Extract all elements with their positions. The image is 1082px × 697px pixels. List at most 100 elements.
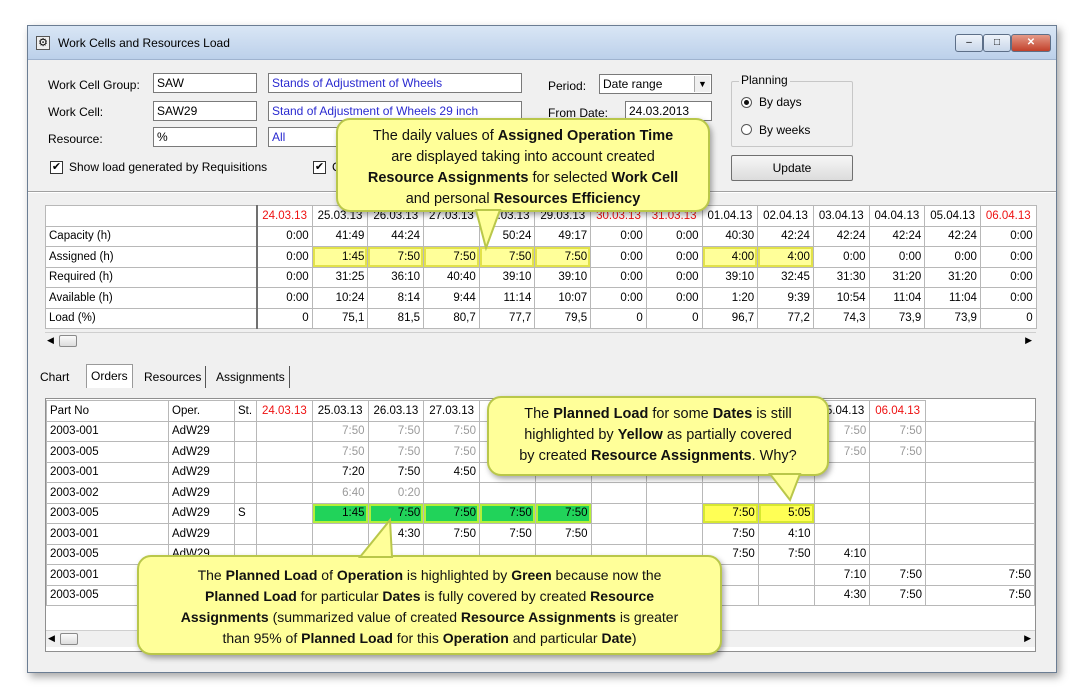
- planned-load-cell[interactable]: [256, 482, 313, 504]
- close-button[interactable]: ✕: [1011, 34, 1051, 52]
- planned-load-cell[interactable]: [757, 482, 815, 504]
- summary-cell[interactable]: 40:30: [701, 225, 759, 247]
- summary-cell[interactable]: 0: [590, 307, 647, 329]
- orders-column-header[interactable]: 26.03.13: [367, 400, 425, 422]
- summary-cell[interactable]: 44:24: [367, 225, 425, 247]
- summary-cell[interactable]: 31:25: [311, 266, 369, 288]
- operation-cell[interactable]: AdW29: [168, 523, 235, 545]
- planned-load-cell[interactable]: [925, 420, 1035, 442]
- scroll-right-icon[interactable]: ▶: [1025, 335, 1032, 346]
- summary-date-header[interactable]: 03.04.13: [812, 205, 870, 227]
- planned-load-cell[interactable]: 7:50: [757, 543, 815, 565]
- tab-chart[interactable]: Chart: [36, 366, 73, 388]
- status-cell[interactable]: [234, 482, 257, 504]
- status-cell[interactable]: [234, 441, 257, 463]
- planned-load-cell[interactable]: [757, 564, 815, 586]
- orders-column-header[interactable]: Oper.: [168, 400, 235, 422]
- planned-load-cell[interactable]: [702, 482, 759, 504]
- summary-cell[interactable]: 81,5: [367, 307, 425, 329]
- part-no-cell[interactable]: 2003-001: [46, 420, 169, 442]
- summary-cell[interactable]: 0:00: [979, 287, 1037, 309]
- planned-load-cell[interactable]: 7:50: [479, 523, 536, 545]
- part-no-cell[interactable]: 2003-005: [46, 502, 169, 524]
- planned-load-cell[interactable]: [479, 482, 536, 504]
- summary-cell[interactable]: 7:50: [367, 246, 425, 268]
- summary-cell[interactable]: 0:00: [924, 246, 981, 268]
- status-cell[interactable]: S: [234, 502, 257, 524]
- planned-load-cell[interactable]: 7:50: [479, 502, 536, 524]
- summary-cell[interactable]: 0: [979, 307, 1037, 329]
- summary-cell[interactable]: 7:50: [423, 246, 480, 268]
- planned-load-cell[interactable]: 7:50: [534, 502, 592, 524]
- summary-cell[interactable]: 39:10: [701, 266, 759, 288]
- planned-load-cell[interactable]: [925, 543, 1035, 565]
- summary-cell[interactable]: 39:10: [478, 266, 536, 288]
- summary-date-header[interactable]: 01.04.13: [701, 205, 759, 227]
- summary-cell[interactable]: 42:24: [757, 225, 814, 247]
- planned-load-cell[interactable]: 7:50: [925, 584, 1035, 606]
- operation-cell[interactable]: AdW29: [168, 441, 235, 463]
- summary-cell[interactable]: 0:00: [979, 266, 1037, 288]
- planned-load-cell[interactable]: 7:50: [534, 523, 592, 545]
- part-no-cell[interactable]: 2003-001: [46, 461, 169, 483]
- planned-load-cell[interactable]: [869, 482, 926, 504]
- summary-cell[interactable]: 8:14: [367, 287, 425, 309]
- planned-load-cell[interactable]: 7:50: [311, 420, 369, 442]
- orders-row[interactable]: 2003-005 AdW29 S 1:45 7:50 7:50 7:50 7:50 7:50 5:…: [46, 502, 1035, 524]
- planned-load-cell[interactable]: 7:20: [311, 461, 369, 483]
- summary-cell[interactable]: 79,5: [534, 307, 592, 329]
- planned-load-cell[interactable]: 7:50: [869, 564, 926, 586]
- planned-load-cell[interactable]: 7:50: [702, 523, 759, 545]
- orders-column-header[interactable]: Part No: [46, 400, 169, 422]
- summary-cell[interactable]: 32:45: [757, 266, 814, 288]
- summary-scrollbar[interactable]: ◀ ▶: [45, 332, 1036, 349]
- summary-date-header[interactable]: 06.04.13: [979, 205, 1037, 227]
- summary-cell[interactable]: 0:00: [812, 246, 870, 268]
- planned-load-cell[interactable]: 4:50: [423, 461, 480, 483]
- orders-column-header[interactable]: 27.03.13: [423, 400, 480, 422]
- summary-cell[interactable]: 4:00: [701, 246, 759, 268]
- summary-cell[interactable]: 0:00: [979, 246, 1037, 268]
- summary-cell[interactable]: 77,2: [757, 307, 814, 329]
- summary-cell[interactable]: 7:50: [534, 246, 592, 268]
- part-no-cell[interactable]: 2003-001: [46, 523, 169, 545]
- planned-load-cell[interactable]: 7:50: [869, 441, 926, 463]
- planned-load-cell[interactable]: [646, 523, 703, 545]
- planned-load-cell[interactable]: [256, 441, 313, 463]
- planned-load-cell[interactable]: [311, 523, 369, 545]
- planned-load-cell[interactable]: [256, 523, 313, 545]
- summary-cell[interactable]: 9:44: [423, 287, 480, 309]
- planned-load-cell[interactable]: 4:10: [813, 543, 871, 565]
- planned-load-cell[interactable]: 7:50: [869, 584, 926, 606]
- summary-cell[interactable]: 75,1: [311, 307, 369, 329]
- planned-load-cell[interactable]: [925, 482, 1035, 504]
- summary-cell[interactable]: 77,7: [478, 307, 536, 329]
- planned-load-cell[interactable]: 7:50: [367, 461, 425, 483]
- part-no-cell[interactable]: 2003-005: [46, 441, 169, 463]
- summary-cell[interactable]: 0:00: [645, 266, 703, 288]
- summary-cell[interactable]: 0:00: [645, 287, 703, 309]
- planned-load-cell[interactable]: 7:50: [367, 441, 425, 463]
- work-cell-group-code-input[interactable]: SAW: [153, 73, 257, 93]
- period-select[interactable]: Date range ▼: [599, 74, 712, 94]
- planned-load-cell[interactable]: 7:50: [702, 502, 759, 524]
- status-cell[interactable]: [234, 461, 257, 483]
- planned-load-cell[interactable]: [590, 523, 648, 545]
- planned-load-cell[interactable]: 1:45: [311, 502, 369, 524]
- summary-cell[interactable]: 96,7: [701, 307, 759, 329]
- summary-cell[interactable]: 42:24: [868, 225, 926, 247]
- planned-load-cell[interactable]: 4:10: [757, 523, 815, 545]
- summary-cell[interactable]: 31:30: [812, 266, 870, 288]
- tab-assignments[interactable]: Assignments: [212, 366, 290, 388]
- by-weeks-radio[interactable]: [741, 124, 752, 135]
- summary-cell[interactable]: 11:04: [924, 287, 981, 309]
- planned-load-cell[interactable]: 5:05: [757, 502, 815, 524]
- summary-date-header[interactable]: 02.04.13: [757, 205, 814, 227]
- summary-cell[interactable]: 10:24: [311, 287, 369, 309]
- planned-load-cell[interactable]: 4:30: [813, 584, 871, 606]
- summary-cell[interactable]: 0:00: [256, 246, 313, 268]
- summary-cell[interactable]: 10:07: [534, 287, 592, 309]
- planned-load-cell[interactable]: [646, 502, 703, 524]
- summary-cell[interactable]: 31:20: [924, 266, 981, 288]
- planned-load-cell[interactable]: [869, 502, 926, 524]
